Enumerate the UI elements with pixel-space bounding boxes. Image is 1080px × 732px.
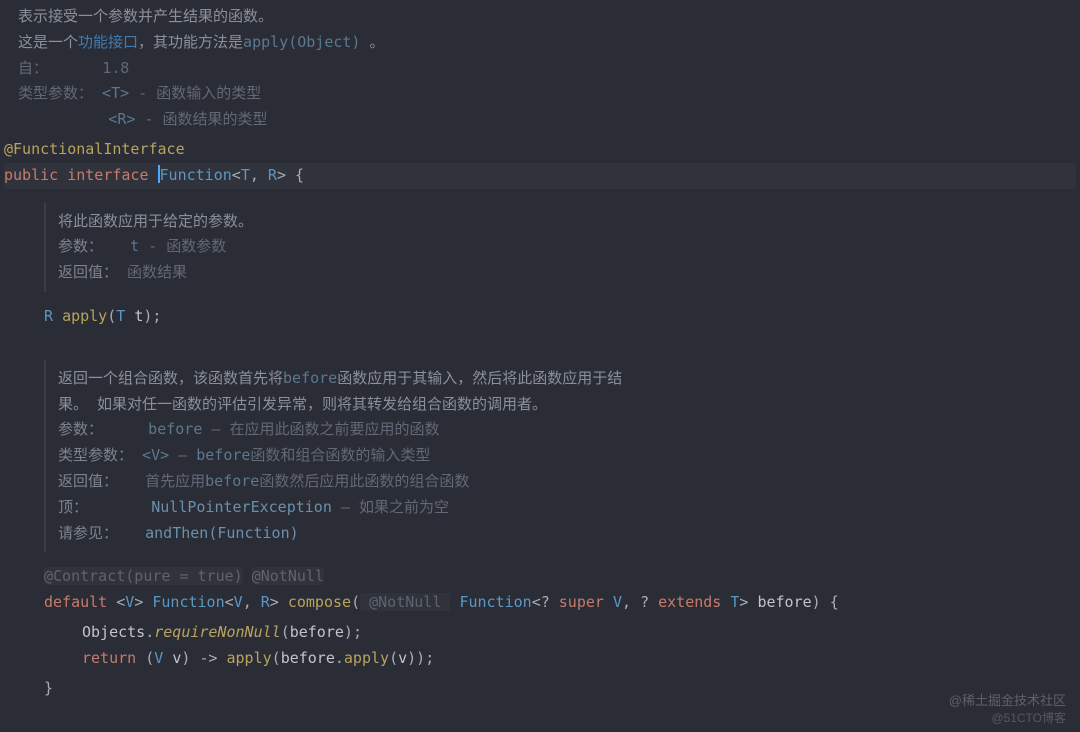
code-editor: 表示接受一个参数并产生结果的函数。 这是一个功能接口，其功能方法是apply(O… [0,0,1080,732]
method-javadoc-compose: 返回一个组合函数，该函数首先将before函数应用于其输入，然后将此函数应用于结… [44,360,1080,553]
method-compose-end: } [0,674,1080,704]
link-functional-interface[interactable]: 功能接口 [78,33,138,51]
link-exception[interactable]: NullPointerException [151,498,332,516]
watermark-line: @51CTO博客 [949,710,1066,726]
method-name: apply [62,307,107,325]
doc-line: 这是一个功能接口，其功能方法是apply(Object) 。 [18,30,1062,56]
doc-params: 参数： t - 函数参数 [58,234,1066,260]
doc-line: 表示接受一个参数并产生结果的函数。 [18,4,1062,30]
link-andthen[interactable]: andThen(Function) [145,524,299,542]
notnull-annotation: @NotNull [252,567,324,585]
type-name: Function [160,166,232,184]
doc-typeparams: 类型参数： <V> – before函数和组合函数的输入类型 [58,443,1066,469]
watermark: @稀土掘金技术社区 @51CTO博客 [949,692,1066,726]
doc-return: 返回值： 首先应用before函数然后应用此函数的组合函数 [58,469,1066,495]
doc-throws: 顶： NullPointerException – 如果之前为空 [58,495,1066,521]
method-javadoc-apply: 将此函数应用于给定的参数。 参数： t - 函数参数 返回值： 函数结果 [44,203,1080,292]
watermark-line: @稀土掘金技术社区 [949,692,1066,710]
keyword: public [4,166,58,184]
doc-line: 果。 如果对任一函数的评估引发异常，则将其转发给组合函数的调用者。 [58,392,1066,418]
annotation: @FunctionalInterface [4,140,185,158]
keyword: interface [67,166,148,184]
doc-see: 请参见： andThen(Function) [58,521,1066,547]
code-ref: apply(Object) [243,33,360,51]
doc-return: 返回值： 函数结果 [58,260,1066,286]
method-name: compose [288,593,351,611]
method-compose-body[interactable]: Objects.requireNonNull(before); return (… [0,618,1080,674]
doc-since: 自： 1.8 [18,56,1062,82]
class-javadoc: 表示接受一个参数并产生结果的函数。 这是一个功能接口，其功能方法是apply(O… [0,0,1080,135]
doc-line: 返回一个组合函数，该函数首先将before函数应用于其输入，然后将此函数应用于结 [58,366,1066,392]
notnull-annotation: @NotNull [360,593,450,611]
doc-typeparams: <R> - 函数结果的类型 [18,107,1062,133]
doc-line: 将此函数应用于给定的参数。 [58,209,1066,235]
doc-typeparams: 类型参数： <T> - 函数输入的类型 [18,81,1062,107]
doc-params: 参数： before – 在应用此函数之前要应用的函数 [58,417,1066,443]
method-apply[interactable]: R apply(T t); [0,302,1080,332]
contract-annotation: @Contract(pure = true) [44,567,243,585]
class-declaration[interactable]: @FunctionalInterface public interface Fu… [0,135,1080,191]
method-compose[interactable]: @Contract(pure = true) @NotNull default … [0,562,1080,618]
